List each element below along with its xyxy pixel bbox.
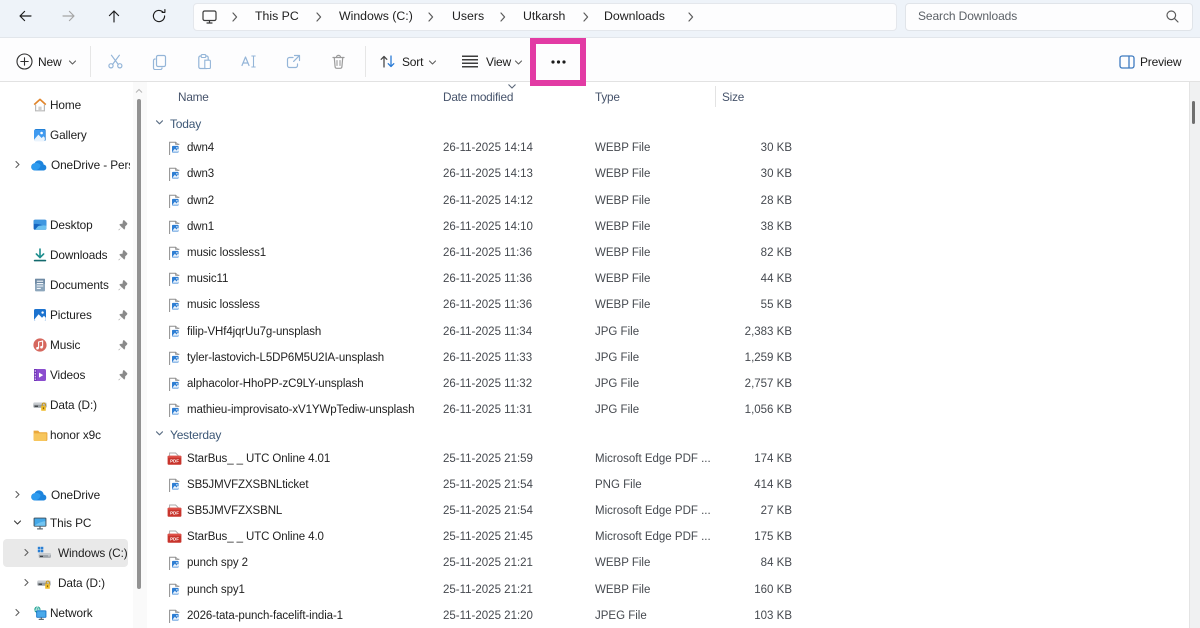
svg-text:PDF: PDF — [170, 510, 179, 515]
svg-text:PDF: PDF — [170, 537, 179, 542]
svg-text:PDF: PDF — [170, 458, 179, 463]
